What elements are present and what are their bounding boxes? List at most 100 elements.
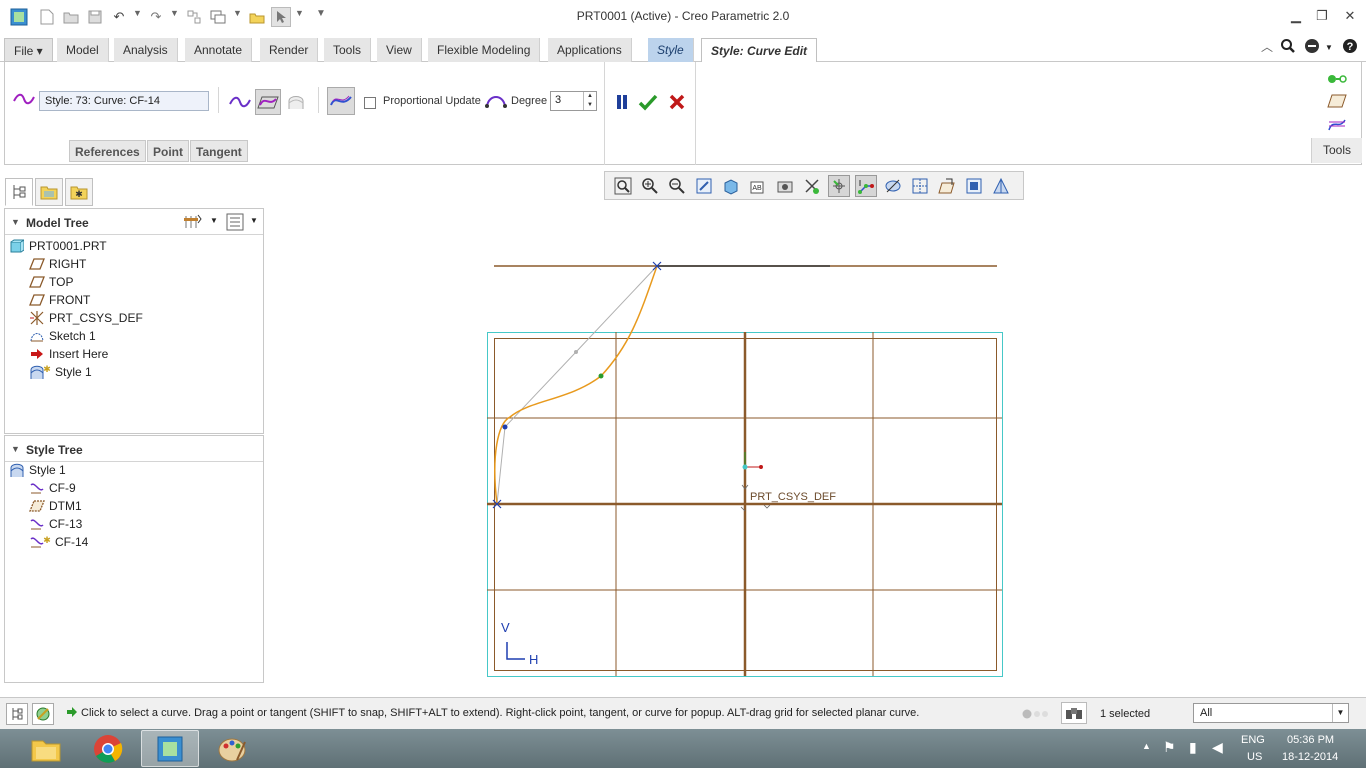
view-single-icon[interactable] xyxy=(963,175,985,197)
favorites-tab[interactable]: ✱ xyxy=(65,178,93,206)
spin-center-icon[interactable] xyxy=(828,175,850,197)
datum-display-filters-icon[interactable] xyxy=(801,175,823,197)
tab-file[interactable]: File ▾ xyxy=(4,38,53,62)
language-indicator[interactable]: ENG xyxy=(1241,734,1265,746)
pause-icon[interactable] xyxy=(609,89,635,115)
repaint-icon[interactable] xyxy=(693,175,715,197)
show-hidden-icons-icon[interactable]: ▲ xyxy=(1142,741,1151,751)
curve-analysis-icon[interactable] xyxy=(1324,112,1350,138)
subtab-point[interactable]: Point xyxy=(147,140,189,162)
tree-item-prt-csys-def[interactable]: PRT_CSYS_DEF xyxy=(29,309,143,327)
tools-group-label[interactable]: Tools xyxy=(1311,138,1362,163)
control-point[interactable] xyxy=(574,350,578,354)
graphics-viewport[interactable]: PRT_CSYS_DEF V H xyxy=(270,205,1366,693)
search-icon[interactable] xyxy=(1280,38,1296,58)
model-canvas[interactable]: PRT_CSYS_DEF V H xyxy=(270,205,1366,693)
clock-date[interactable]: 18-12-2014 xyxy=(1282,751,1338,763)
cancel-x-icon[interactable] xyxy=(664,89,690,115)
style-tree-item-cf-9[interactable]: CF-9 xyxy=(29,479,76,497)
display-style-icon[interactable] xyxy=(720,175,742,197)
language-region[interactable]: US xyxy=(1247,751,1262,763)
tree-item-label: PRT_CSYS_DEF xyxy=(49,311,143,325)
community-dropdown-icon[interactable]: ▼ xyxy=(1325,43,1333,52)
chrome-icon[interactable] xyxy=(79,730,137,767)
csys-origin[interactable] xyxy=(742,464,748,470)
show-columns-icon[interactable] xyxy=(226,213,244,234)
tree-item-top[interactable]: TOP xyxy=(29,273,73,291)
tree-item-style-1[interactable]: ✱ Style 1 xyxy=(29,363,92,381)
accept-checkmark-icon[interactable] xyxy=(635,89,661,115)
paint-icon[interactable] xyxy=(203,730,261,767)
style-tree-item-dtm1[interactable]: DTM1 xyxy=(29,497,82,515)
zoom-in-icon[interactable] xyxy=(639,175,661,197)
style-curve-cf-14[interactable] xyxy=(494,265,658,505)
curve-point[interactable] xyxy=(598,373,604,379)
network-icon[interactable]: ▮ xyxy=(1189,739,1197,756)
tree-item-insert-here[interactable]: Insert Here xyxy=(29,345,108,363)
style-tree-item-cf-14[interactable]: ✱ CF-14 xyxy=(29,533,88,551)
tree-settings-dropdown-icon[interactable]: ▼ xyxy=(210,216,218,225)
subtab-tangent[interactable]: Tangent xyxy=(190,140,248,162)
collapse-arrow-icon[interactable]: ▼ xyxy=(11,444,20,454)
browser-toggle-icon[interactable] xyxy=(32,703,54,725)
tree-item-label: Style 1 xyxy=(55,365,92,379)
tree-settings-icon[interactable] xyxy=(183,213,203,234)
tab-analysis[interactable]: Analysis xyxy=(114,38,178,62)
clock-time[interactable]: 05:36 PM xyxy=(1287,734,1334,746)
model-tree-tab[interactable] xyxy=(5,178,33,206)
active-plane-icon[interactable] xyxy=(1324,88,1350,114)
tab-tools[interactable]: Tools xyxy=(324,38,372,62)
perspective-view-icon[interactable] xyxy=(990,175,1012,197)
minimize-button[interactable]: ▁ xyxy=(1283,6,1309,26)
free-curve-icon[interactable] xyxy=(227,89,253,115)
style-tree-item-cf-13[interactable]: CF-13 xyxy=(29,515,82,533)
find-binoculars-icon[interactable] xyxy=(1061,702,1087,724)
creo-icon[interactable] xyxy=(141,730,199,767)
help-icon[interactable]: ? xyxy=(1342,38,1358,58)
creo-community-icon[interactable] xyxy=(1304,38,1322,58)
proportional-update-checkbox[interactable] xyxy=(364,97,376,109)
refit-icon[interactable] xyxy=(612,175,634,197)
tab-view[interactable]: View xyxy=(377,38,422,62)
show-dropdown-icon[interactable]: ▼ xyxy=(250,216,258,225)
chevron-down-icon[interactable]: ▼ xyxy=(1332,704,1348,722)
tab-annotate[interactable]: Annotate xyxy=(185,38,253,62)
degree-spinner[interactable]: 3 ▲ ▼ xyxy=(550,91,597,111)
tab-style-curve-edit[interactable]: Style: Curve Edit xyxy=(701,38,818,63)
spin-arrows-icon[interactable]: ▲ ▼ xyxy=(583,92,596,110)
grid-icon[interactable] xyxy=(909,175,931,197)
minimize-ribbon-icon[interactable]: ︿ xyxy=(1261,38,1273,55)
curve-point[interactable] xyxy=(502,424,508,430)
tab-flexible-modeling[interactable]: Flexible Modeling xyxy=(428,38,541,62)
volume-icon[interactable]: ◀ xyxy=(1212,739,1223,756)
flag-icon[interactable]: ⚑ xyxy=(1163,739,1176,756)
navigator-toggle-icon[interactable] xyxy=(6,703,28,725)
tree-item-front[interactable]: FRONT xyxy=(29,291,90,309)
tab-model[interactable]: Model xyxy=(57,38,109,62)
restore-button[interactable]: ❐ xyxy=(1309,6,1335,26)
style-tree-item-style-1[interactable]: Style 1 xyxy=(9,461,66,479)
active-plane-orientation-icon[interactable] xyxy=(936,175,958,197)
tree-item-prt0001[interactable]: PRT0001.PRT xyxy=(9,237,107,255)
tab-applications[interactable]: Applications xyxy=(548,38,632,62)
tree-item-sketch-1[interactable]: Sketch 1 xyxy=(29,327,96,345)
folder-browser-tab[interactable] xyxy=(35,178,63,206)
close-button[interactable]: ✕ xyxy=(1337,6,1363,26)
curvature-plot-icon[interactable] xyxy=(327,87,355,115)
cos-curve-icon[interactable] xyxy=(283,89,309,115)
planar-curve-icon[interactable] xyxy=(255,89,281,115)
tree-item-right[interactable]: RIGHT xyxy=(29,255,86,273)
annotation-display-icon[interactable] xyxy=(882,175,904,197)
point-display-icon[interactable] xyxy=(855,175,877,197)
collapse-arrow-icon[interactable]: ▼ xyxy=(11,217,20,227)
control-polygon[interactable] xyxy=(496,265,658,505)
curve-name-field[interactable]: Style: 73: Curve: CF-14 xyxy=(39,91,209,111)
selection-filter-select[interactable]: All ▼ xyxy=(1193,703,1349,723)
tab-style[interactable]: Style xyxy=(648,38,694,62)
subtab-references[interactable]: References xyxy=(69,140,146,162)
tab-render[interactable]: Render xyxy=(260,38,319,62)
view-manager-icon[interactable] xyxy=(774,175,796,197)
file-explorer-icon[interactable] xyxy=(17,730,75,767)
zoom-out-icon[interactable] xyxy=(666,175,688,197)
saved-orientations-icon[interactable]: AB xyxy=(747,175,769,197)
